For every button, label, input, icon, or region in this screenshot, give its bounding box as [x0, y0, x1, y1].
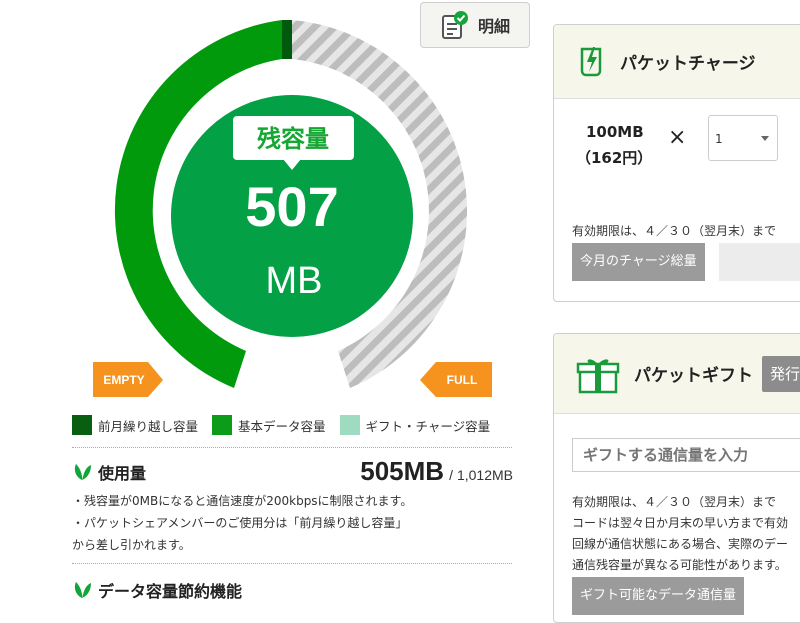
legend-label-gift: ギフト・チャージ容量 — [365, 418, 491, 434]
charge-amount: 100MB — [586, 123, 644, 141]
usage-used: 505MB — [360, 456, 445, 486]
empty-badge: EMPTY — [93, 362, 163, 397]
charge-expiry-note: 有効期限は、４／３０（翌月末）まで — [572, 224, 777, 238]
empty-label: EMPTY — [103, 373, 144, 387]
legend-swatch-carryover — [72, 415, 92, 435]
dropdown-arrow-icon — [761, 136, 769, 141]
packet-gift-title: パケットギフト — [634, 366, 753, 386]
divider — [72, 563, 512, 564]
data-saving-title: データ容量節約機能 — [98, 582, 243, 601]
usage-heading: 使用量 — [72, 460, 146, 484]
gift-amount-input[interactable] — [572, 438, 800, 472]
monthly-charge-total-label: 今月のチャージ総量 — [572, 243, 705, 281]
capacity-unit: MB — [266, 260, 323, 302]
charge-quantity-select[interactable]: 1 — [708, 115, 778, 161]
usage-note-3: から差し引かれます。 — [72, 538, 191, 552]
leaf-icon — [74, 464, 91, 480]
packet-gift-panel: パケットギフト 発行 有効期限は、４／３０（翌月末）まで コードは翌々日か月末の… — [553, 333, 800, 623]
divider — [72, 447, 512, 448]
gift-box-icon — [576, 358, 620, 393]
legend-label-basic: 基本データ容量 — [238, 418, 326, 434]
document-check-icon — [441, 11, 468, 39]
usage-values: 505MB / 1,012MB — [300, 456, 513, 487]
usage-note-2: ・パケットシェアメンバーのご使用分は「前月繰り越し容量」 — [72, 516, 408, 530]
legend-label-carryover: 前月繰り越し容量 — [98, 418, 199, 434]
issue-button[interactable]: 発行 — [762, 356, 800, 392]
detail-button-label: 明細 — [477, 17, 510, 36]
detail-button[interactable]: 明細 — [420, 2, 530, 48]
battery-charge-icon — [580, 46, 602, 76]
packet-charge-title: パケットチャージ — [620, 54, 756, 74]
usage-note-1: ・残容量が0MBになると通信速度が200kbpsに制限されます。 — [72, 494, 413, 508]
multiply-sign: × — [668, 125, 687, 150]
monthly-charge-total-value — [719, 243, 800, 281]
charge-amount-label: 100MB （162円） — [576, 119, 652, 171]
remaining-capacity-gauge: 残容量 507 MB EMPTY FULL — [93, 20, 492, 397]
legend-carryover: 前月繰り越し容量 — [72, 415, 198, 435]
packet-charge-panel: パケットチャージ 100MB （162円） × 1 有効期限は、４／３０（翌月末… — [553, 24, 800, 302]
usage-total: / 1,012MB — [449, 467, 513, 483]
capacity-label: 残容量 — [257, 125, 329, 153]
gift-available-label: ギフト可能なデータ通信量 — [572, 577, 745, 615]
carryover-capacity-arc — [282, 20, 292, 59]
legend-gift: ギフト・チャージ容量 — [339, 415, 491, 435]
legend-swatch-gift — [339, 415, 360, 435]
packet-charge-header: パケットチャージ — [554, 25, 800, 99]
leaf-icon — [74, 582, 91, 598]
gift-note-4: 通信残容量が異なる可能性があります。 — [572, 558, 787, 572]
legend-swatch-basic — [212, 415, 233, 435]
capacity-value: 507 — [245, 175, 338, 238]
full-badge: FULL — [420, 362, 492, 397]
gift-note-3: 回線が通信状態にある場合、実際のデー — [572, 537, 789, 551]
gift-note-1: 有効期限は、４／３０（翌月末）まで — [572, 495, 777, 509]
gift-note-2: コードは翌々日か月末の早い方まで有効 — [572, 516, 789, 530]
gauge-legend: 前月繰り越し容量 基本データ容量 ギフト・チャージ容量 — [72, 415, 490, 435]
charge-price: （162円） — [576, 149, 653, 167]
usage-title: 使用量 — [98, 464, 147, 483]
full-label: FULL — [447, 373, 478, 387]
legend-basic: 基本データ容量 — [212, 415, 326, 435]
charge-quantity-value: 1 — [715, 132, 723, 146]
data-saving-heading: データ容量節約機能 — [72, 578, 242, 602]
